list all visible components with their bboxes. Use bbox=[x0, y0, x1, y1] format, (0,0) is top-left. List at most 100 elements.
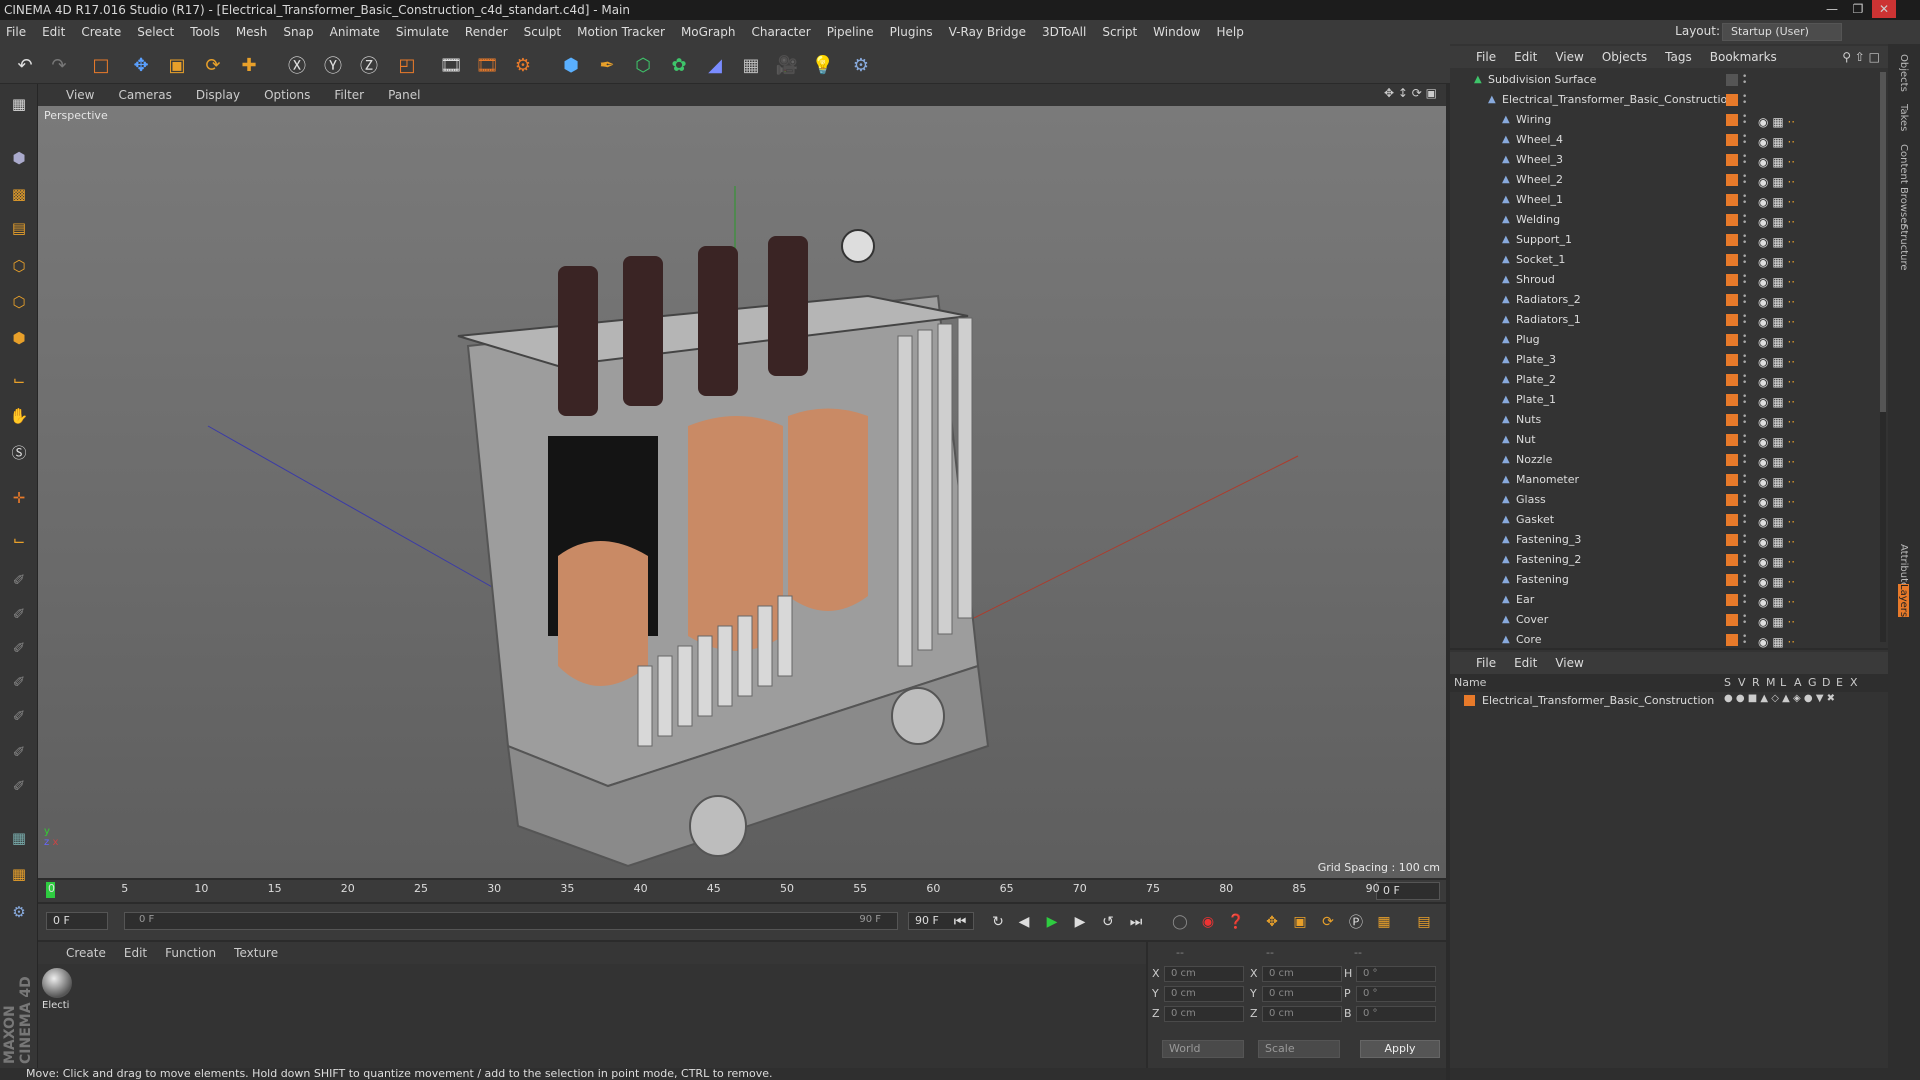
menu-mesh[interactable]: Mesh bbox=[236, 25, 268, 39]
menu-mograph[interactable]: MoGraph bbox=[681, 25, 736, 39]
layer-color-tag[interactable] bbox=[1726, 194, 1738, 206]
rotate-icon[interactable]: ⟳ bbox=[198, 50, 228, 80]
layer-color-tag[interactable] bbox=[1726, 234, 1738, 246]
side-tab-content-browser[interactable]: Content Browser bbox=[1898, 144, 1909, 227]
layer-column-x[interactable]: X bbox=[1850, 676, 1858, 689]
layer-column-r[interactable]: R bbox=[1752, 676, 1760, 689]
tree-row-object[interactable]: ▲ Radiators_1 • • ◉ ▦ ⋅⋅ bbox=[1450, 310, 1882, 330]
layer-row[interactable]: Electrical_Transformer_Basic_Constructio… bbox=[1450, 692, 1888, 710]
material-thumbnail[interactable] bbox=[42, 968, 72, 998]
render-picture-viewer-icon[interactable]: 🎞 bbox=[472, 50, 502, 80]
layer-menu-file[interactable]: File bbox=[1476, 656, 1496, 670]
material-tags[interactable]: ◉ ▦ ⋅⋅ bbox=[1758, 372, 1828, 389]
material-tags[interactable]: ◉ ▦ ⋅⋅ bbox=[1758, 552, 1828, 569]
sculpt-brush-7-icon[interactable]: ✐ bbox=[4, 772, 34, 800]
layer-color-tag[interactable] bbox=[1726, 454, 1738, 466]
y-axis-icon[interactable]: Ⓨ bbox=[318, 50, 348, 80]
tree-row-object[interactable]: ▲ Wheel_1 • • ◉ ▦ ⋅⋅ bbox=[1450, 190, 1882, 210]
visibility-dots[interactable]: • • bbox=[1742, 153, 1747, 168]
coord-field[interactable]: 0 cm bbox=[1262, 1006, 1342, 1022]
material-tags[interactable]: ◉ ▦ ⋅⋅ bbox=[1758, 412, 1828, 429]
go-to-start-icon[interactable]: ⏮ bbox=[948, 910, 972, 934]
spline-pen-icon[interactable]: ✒ bbox=[592, 50, 622, 80]
visibility-dots[interactable]: • • bbox=[1742, 73, 1747, 88]
tree-row-object[interactable]: ▲ Manometer • • ◉ ▦ ⋅⋅ bbox=[1450, 470, 1882, 490]
perspective-viewport[interactable]: Perspective y z x Grid Spacing: 100 cm bbox=[38, 106, 1446, 878]
menu-create[interactable]: Create bbox=[81, 25, 121, 39]
subdivision-icon[interactable]: ⬡ bbox=[628, 50, 658, 80]
visibility-dots[interactable]: • • bbox=[1742, 413, 1747, 428]
layer-column-name[interactable]: Name bbox=[1454, 676, 1486, 689]
tree-row-group[interactable]: ▲ Electrical_Transformer_Basic_Constructi… bbox=[1450, 90, 1882, 110]
layer-color-tag[interactable] bbox=[1726, 474, 1738, 486]
layer-column-d[interactable]: D bbox=[1822, 676, 1830, 689]
viewport-menu-panel[interactable]: Panel bbox=[388, 88, 420, 102]
layer-color-tag[interactable] bbox=[1726, 254, 1738, 266]
layer-column-v[interactable]: V bbox=[1738, 676, 1746, 689]
go-to-end-icon[interactable]: ⏭ bbox=[1124, 910, 1148, 934]
timeline-ruler[interactable]: 0 F 0 5 10 15 20 25 30 35 40 45 50 55 60 65 70 75 80 85 90 bbox=[38, 880, 1446, 902]
object-menu-bookmarks[interactable]: Bookmarks bbox=[1710, 50, 1777, 64]
material-tags[interactable]: ◉ ▦ ⋅⋅ bbox=[1758, 632, 1828, 648]
sculpt-brush-6-icon[interactable]: ✐ bbox=[4, 738, 34, 766]
render-settings-icon[interactable]: ⚙ bbox=[508, 50, 538, 80]
points-mode-icon[interactable]: ⬡ bbox=[4, 252, 34, 280]
material-menu-edit[interactable]: Edit bbox=[124, 946, 147, 960]
viewport-nav-icons[interactable]: ✥ ↕ ⟳ ▣ bbox=[1384, 86, 1437, 100]
object-menu-file[interactable]: File bbox=[1476, 50, 1496, 64]
solo-icon[interactable]: Ⓢ bbox=[4, 438, 34, 466]
close-icon[interactable]: ✕ bbox=[1872, 0, 1896, 18]
menu-file[interactable]: File bbox=[6, 25, 26, 39]
object-menu-objects[interactable]: Objects bbox=[1602, 50, 1647, 64]
floor-icon[interactable]: ▦ bbox=[736, 50, 766, 80]
menu-v-ray-bridge[interactable]: V-Ray Bridge bbox=[949, 25, 1026, 39]
coord-field[interactable]: 0 ° bbox=[1356, 1006, 1436, 1022]
visibility-dots[interactable]: • • bbox=[1742, 253, 1747, 268]
layer-color-tag[interactable] bbox=[1726, 274, 1738, 286]
material-menu-function[interactable]: Function bbox=[165, 946, 216, 960]
tree-row-object[interactable]: ▲ Welding • • ◉ ▦ ⋅⋅ bbox=[1450, 210, 1882, 230]
material-tags[interactable]: ◉ ▦ ⋅⋅ bbox=[1758, 612, 1828, 629]
viewport-menu-filter[interactable]: Filter bbox=[334, 88, 364, 102]
minimize-icon[interactable]: — bbox=[1820, 0, 1844, 18]
layer-color-tag[interactable] bbox=[1726, 434, 1738, 446]
python-script-icon[interactable]: ⚙ bbox=[4, 898, 34, 926]
z-axis-icon[interactable]: Ⓩ bbox=[354, 50, 384, 80]
side-tab-layers[interactable]: Layers bbox=[1898, 584, 1909, 618]
grid-snap-icon[interactable]: ▦ bbox=[4, 860, 34, 888]
layer-color-tag[interactable] bbox=[1726, 114, 1738, 126]
layer-column-a[interactable]: A bbox=[1794, 676, 1802, 689]
visibility-dots[interactable]: • • bbox=[1742, 453, 1747, 468]
tree-row-object[interactable]: ▲ Plate_2 • • ◉ ▦ ⋅⋅ bbox=[1450, 370, 1882, 390]
visibility-dots[interactable]: • • bbox=[1742, 513, 1747, 528]
start-frame-field[interactable]: 0 F bbox=[46, 912, 108, 930]
layer-color-tag[interactable] bbox=[1726, 514, 1738, 526]
key-param-icon[interactable]: Ⓟ bbox=[1344, 910, 1368, 934]
sculpt-brush-2-icon[interactable]: ✐ bbox=[4, 600, 34, 628]
cube-icon[interactable]: ⬢ bbox=[556, 50, 586, 80]
tweak-mode-icon[interactable]: ✋ bbox=[4, 402, 34, 430]
layer-color-tag[interactable] bbox=[1726, 294, 1738, 306]
redo-icon[interactable]: ↷ bbox=[44, 50, 74, 80]
side-tab-structure[interactable]: Structure bbox=[1898, 224, 1909, 271]
tree-row-object[interactable]: ▲ Wheel_4 • • ◉ ▦ ⋅⋅ bbox=[1450, 130, 1882, 150]
workplane-icon[interactable]: ▤ bbox=[4, 214, 34, 242]
polygons-mode-icon[interactable]: ⬢ bbox=[4, 324, 34, 352]
side-tab-objects[interactable]: Objects bbox=[1898, 54, 1909, 92]
key-pla-icon[interactable]: ▦ bbox=[1372, 910, 1396, 934]
visibility-dots[interactable]: • • bbox=[1742, 553, 1747, 568]
material-tags[interactable]: ◉ ▦ ⋅⋅ bbox=[1758, 212, 1828, 229]
current-frame-field[interactable]: 0 F bbox=[1376, 882, 1440, 900]
visibility-dots[interactable]: • • bbox=[1742, 393, 1747, 408]
layer-color-tag[interactable] bbox=[1726, 354, 1738, 366]
layer-menu-edit[interactable]: Edit bbox=[1514, 656, 1537, 670]
menu-motion-tracker[interactable]: Motion Tracker bbox=[577, 25, 665, 39]
tree-row-object[interactable]: ▲ Radiators_2 • • ◉ ▦ ⋅⋅ bbox=[1450, 290, 1882, 310]
menu-render[interactable]: Render bbox=[465, 25, 508, 39]
tree-row-object[interactable]: ▲ Nozzle • • ◉ ▦ ⋅⋅ bbox=[1450, 450, 1882, 470]
tree-row-object[interactable]: ▲ Plate_3 • • ◉ ▦ ⋅⋅ bbox=[1450, 350, 1882, 370]
tree-row-object[interactable]: ▲ Nut • • ◉ ▦ ⋅⋅ bbox=[1450, 430, 1882, 450]
coordinate-type-select[interactable]: Scale bbox=[1258, 1040, 1340, 1058]
viewport-menu-display[interactable]: Display bbox=[196, 88, 240, 102]
visibility-dots[interactable]: • • bbox=[1742, 213, 1747, 228]
